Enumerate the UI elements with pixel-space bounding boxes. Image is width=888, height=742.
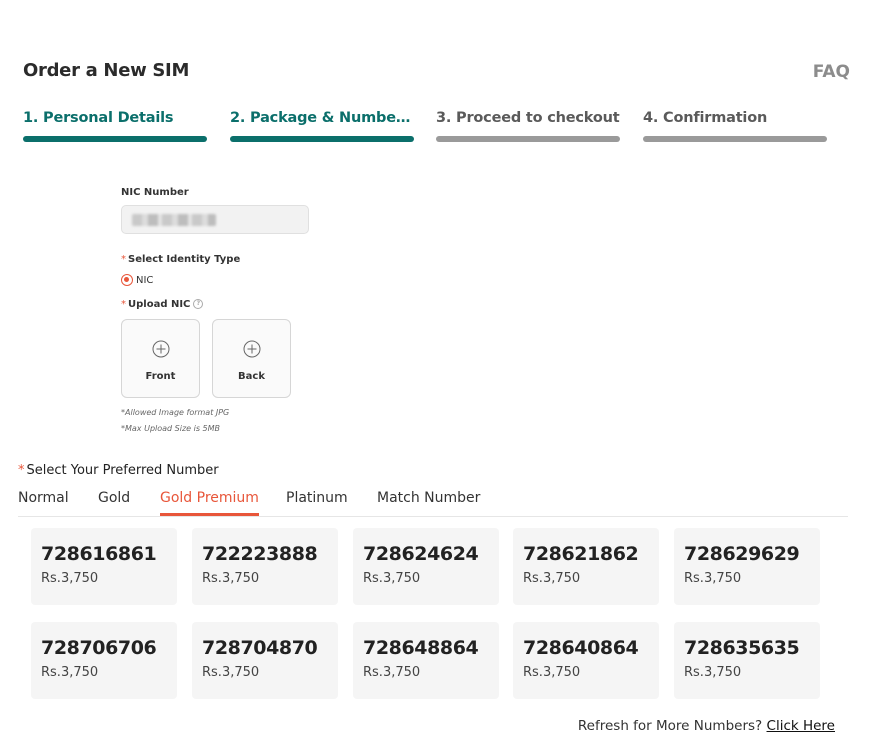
- plus-circle-icon: [243, 340, 260, 358]
- number-card[interactable]: 722223888 Rs.3,750: [192, 528, 338, 605]
- step-label: 2. Package & Number Selection: [230, 110, 414, 126]
- number-value: 728629629: [684, 543, 800, 565]
- upload-nic-text: Upload NIC: [128, 299, 191, 310]
- step-confirmation: 4. Confirmation: [643, 108, 827, 142]
- step-label: 4. Confirmation: [643, 110, 768, 126]
- number-value: 722223888: [202, 543, 318, 565]
- number-card[interactable]: 728706706 Rs.3,750: [31, 622, 177, 699]
- refresh-text: Refresh for More Numbers?: [577, 718, 763, 734]
- identity-option-label: NIC: [136, 274, 154, 286]
- upload-format-note: *Allowed Image format JPG: [121, 408, 230, 417]
- number-value: 728616861: [41, 543, 157, 565]
- identity-radio-nic[interactable]: NIC: [121, 274, 153, 286]
- number-value: 728706706: [41, 637, 157, 659]
- number-card[interactable]: 728616861 Rs.3,750: [31, 528, 177, 605]
- number-price: Rs.3,750: [684, 665, 742, 680]
- number-card[interactable]: 728640864 Rs.3,750: [513, 622, 659, 699]
- number-value: 728635635: [684, 637, 800, 659]
- number-price: Rs.3,750: [202, 571, 260, 586]
- number-card[interactable]: 728635635 Rs.3,750: [674, 622, 820, 699]
- required-mark: *: [121, 254, 126, 265]
- step-bar: [436, 136, 620, 142]
- number-value: 728648864: [363, 637, 479, 659]
- step-label: 1. Personal Details: [23, 110, 174, 126]
- tab-platinum[interactable]: Platinum: [286, 490, 348, 514]
- number-price: Rs.3,750: [202, 665, 260, 680]
- number-card[interactable]: 728629629 Rs.3,750: [674, 528, 820, 605]
- upload-back-label: Back: [238, 371, 265, 382]
- step-label: 3. Proceed to checkout: [436, 110, 620, 126]
- step-bar: [643, 136, 827, 142]
- upload-size-note: *Max Upload Size is 5MB: [121, 424, 221, 433]
- number-category-tabs: Normal Gold Gold Premium Platinum Match …: [18, 490, 848, 517]
- step-checkout: 3. Proceed to checkout: [436, 108, 620, 142]
- tab-gold[interactable]: Gold: [98, 490, 130, 514]
- upload-front-label: Front: [145, 371, 176, 382]
- number-price: Rs.3,750: [41, 571, 99, 586]
- faq-link[interactable]: FAQ: [813, 62, 850, 82]
- number-card[interactable]: 728704870 Rs.3,750: [192, 622, 338, 699]
- tab-match-number[interactable]: Match Number: [377, 490, 480, 514]
- number-price: Rs.3,750: [523, 571, 581, 586]
- upload-front-button[interactable]: Front: [121, 319, 200, 398]
- tab-gold-premium[interactable]: Gold Premium: [160, 490, 259, 516]
- step-package-number: 2. Package & Number Selection: [230, 108, 414, 142]
- number-price: Rs.3,750: [523, 665, 581, 680]
- number-value: 728640864: [523, 637, 639, 659]
- number-card[interactable]: 728621862 Rs.3,750: [513, 528, 659, 605]
- identity-type-text: Select Identity Type: [128, 254, 241, 265]
- refresh-link[interactable]: Click Here: [767, 718, 835, 734]
- number-card[interactable]: 728624624 Rs.3,750: [353, 528, 499, 605]
- required-mark: *: [121, 299, 126, 310]
- step-bar: [23, 136, 207, 142]
- step-personal-details: 1. Personal Details: [23, 108, 207, 142]
- number-value: 728621862: [523, 543, 639, 565]
- help-icon[interactable]: ?: [193, 299, 204, 309]
- number-price: Rs.3,750: [363, 571, 421, 586]
- required-mark: *: [18, 463, 25, 478]
- plus-circle-icon: [152, 340, 169, 358]
- nic-label: NIC Number: [121, 187, 189, 198]
- nic-value-redacted: [132, 214, 216, 226]
- number-value: 728704870: [202, 637, 318, 659]
- refresh-numbers: Refresh for More Numbers? Click Here: [578, 718, 835, 734]
- tab-normal[interactable]: Normal: [18, 490, 69, 514]
- identity-type-label: * Select Identity Type: [121, 254, 240, 265]
- preferred-number-text: Select Your Preferred Number: [26, 463, 219, 478]
- nic-input[interactable]: [121, 205, 309, 234]
- page-title: Order a New SIM: [23, 60, 190, 81]
- number-price: Rs.3,750: [41, 665, 99, 680]
- number-card[interactable]: 728648864 Rs.3,750: [353, 622, 499, 699]
- number-price: Rs.3,750: [684, 571, 742, 586]
- step-bar: [230, 136, 414, 142]
- upload-nic-label: * Upload NIC?: [121, 299, 204, 310]
- number-price: Rs.3,750: [363, 665, 421, 680]
- progress-steps: 1. Personal Details 2. Package & Number …: [23, 108, 828, 148]
- radio-selected-icon[interactable]: [121, 274, 133, 286]
- preferred-number-label: * Select Your Preferred Number: [18, 463, 219, 478]
- upload-back-button[interactable]: Back: [212, 319, 291, 398]
- number-value: 728624624: [363, 543, 479, 565]
